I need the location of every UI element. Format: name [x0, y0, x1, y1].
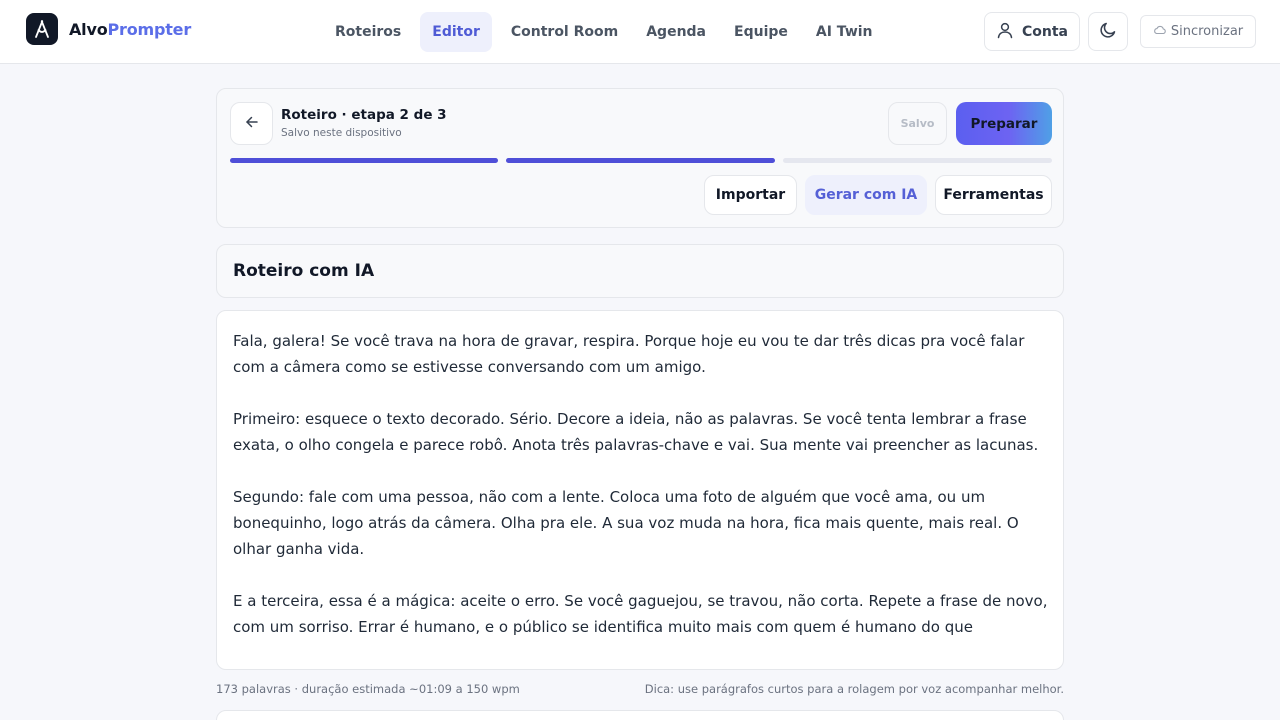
- brand[interactable]: AlvoPrompter: [26, 12, 191, 46]
- theme-toggle-button[interactable]: [1088, 12, 1128, 51]
- nav-item-equipe[interactable]: Equipe: [725, 12, 797, 52]
- nav-item-control-room[interactable]: Control Room: [502, 12, 627, 52]
- brand-name-part2: Prompter: [107, 19, 192, 39]
- script-paragraph: E a terceira, essa é a mágica: aceite o …: [233, 592, 1048, 636]
- account-button[interactable]: Conta: [984, 12, 1080, 51]
- sync-label: Sincronizar: [1170, 24, 1244, 39]
- progress-segment: [783, 158, 1052, 163]
- import-button[interactable]: Importar: [704, 175, 797, 215]
- script-title-card: Roteiro com IA: [216, 244, 1064, 298]
- script-title: Roteiro com IA: [233, 261, 375, 281]
- step-card: Roteiro · etapa 2 de 3 Salvo neste dispo…: [216, 88, 1064, 228]
- back-button[interactable]: [230, 102, 273, 145]
- step-title: Roteiro · etapa 2 de 3: [281, 107, 447, 123]
- cloud-icon: [1153, 24, 1167, 39]
- arrow-left-icon: [244, 114, 260, 134]
- nav-item-editor[interactable]: Editor: [420, 12, 492, 52]
- top-bar: AlvoPrompter Roteiros Editor Control Roo…: [0, 0, 1280, 64]
- nav-item-ai-twin[interactable]: AI Twin: [807, 12, 882, 52]
- prepare-button[interactable]: Preparar: [956, 102, 1052, 145]
- sync-button[interactable]: Sincronizar: [1140, 15, 1256, 48]
- step-progress: [230, 158, 1052, 163]
- progress-segment: [230, 158, 498, 163]
- brand-name: AlvoPrompter: [69, 20, 191, 39]
- script-editor[interactable]: Fala, galera! Se você trava na hora de g…: [216, 310, 1064, 670]
- tools-button[interactable]: Ferramentas: [935, 175, 1052, 215]
- editor-tip: Dica: use parágrafos curtos para a rolag…: [644, 682, 1064, 696]
- script-paragraph: Segundo: fale com uma pessoa, não com a …: [233, 488, 1019, 558]
- main-nav: Roteiros Editor Control Room Agenda Equi…: [326, 12, 892, 52]
- next-section-card: [216, 710, 1064, 720]
- moon-icon: [1099, 21, 1117, 43]
- account-label: Conta: [1022, 23, 1068, 40]
- user-icon: [996, 21, 1014, 43]
- script-paragraph: Primeiro: esquece o texto decorado. Séri…: [233, 410, 1039, 454]
- progress-segment: [506, 158, 775, 163]
- script-paragraph: Fala, galera! Se você trava na hora de g…: [233, 332, 1025, 376]
- word-count-stats: 173 palavras · duração estimada ~01:09 a…: [216, 682, 520, 696]
- nav-item-roteiros[interactable]: Roteiros: [326, 12, 410, 52]
- script-text[interactable]: Fala, galera! Se você trava na hora de g…: [233, 328, 1049, 666]
- brand-name-part1: Alvo: [69, 19, 108, 39]
- saved-button[interactable]: Salvo: [888, 102, 947, 145]
- app-logo-icon: [26, 13, 58, 45]
- nav-item-agenda[interactable]: Agenda: [637, 12, 715, 52]
- generate-ai-button[interactable]: Gerar com IA: [805, 175, 927, 215]
- save-status: Salvo neste dispositivo: [281, 127, 402, 139]
